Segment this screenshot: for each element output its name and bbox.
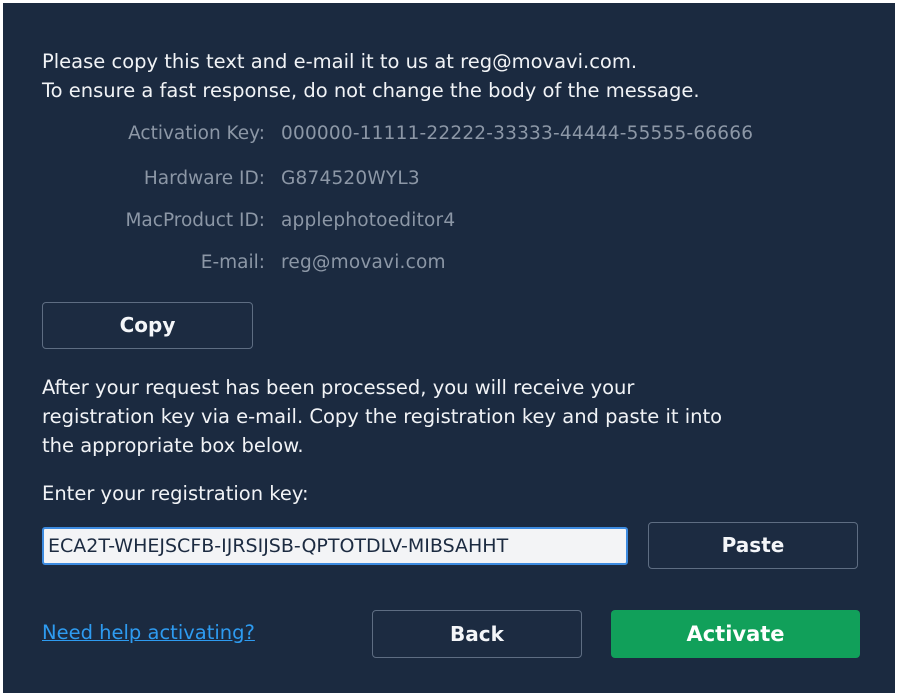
email-row: E-mail: reg@movavi.com	[3, 247, 895, 279]
hardware-id-label: Hardware ID:	[143, 168, 265, 189]
activation-key-label: Activation Key:	[128, 123, 265, 144]
activation-dialog: Please copy this text and e-mail it to u…	[3, 3, 895, 693]
activation-key-row: Activation Key: 000000-11111-22222-33333…	[3, 118, 895, 150]
product-id-value: applephotoeditor4	[281, 210, 456, 231]
intro-line-2: To ensure a fast response, do not change…	[42, 79, 700, 102]
processed-text: After your request has been processed, y…	[42, 373, 887, 460]
processed-line-2: registration key via e-mail. Copy the re…	[42, 405, 723, 428]
activation-key-value: 000000-11111-22222-33333-44444-55555-666…	[281, 123, 754, 144]
processed-line-1: After your request has been processed, y…	[42, 376, 635, 399]
product-id-label: MacProduct ID:	[125, 210, 265, 231]
paste-button[interactable]: Paste	[648, 522, 858, 569]
intro-text: Please copy this text and e-mail it to u…	[42, 47, 882, 105]
hardware-id-row: Hardware ID: G874520WYL3	[3, 163, 895, 195]
help-activating-link[interactable]: Need help activating?	[42, 619, 255, 647]
registration-key-input[interactable]: ECA2T-WHEJSCFB-IJRSIJSB-QPTOTDLV-MIBSAHH…	[42, 527, 628, 565]
email-label: E-mail:	[200, 252, 265, 273]
activate-button[interactable]: Activate	[611, 610, 860, 658]
window-frame: Please copy this text and e-mail it to u…	[0, 0, 898, 696]
copy-button[interactable]: Copy	[42, 302, 253, 349]
product-id-row: MacProduct ID: applephotoeditor4	[3, 205, 895, 237]
back-button[interactable]: Back	[372, 610, 582, 658]
email-value: reg@movavi.com	[281, 252, 446, 273]
hardware-id-value: G874520WYL3	[281, 168, 420, 189]
intro-line-1: Please copy this text and e-mail it to u…	[42, 50, 638, 73]
registration-key-label: Enter your registration key:	[42, 482, 309, 505]
processed-line-3: the appropriate box below.	[42, 434, 304, 457]
